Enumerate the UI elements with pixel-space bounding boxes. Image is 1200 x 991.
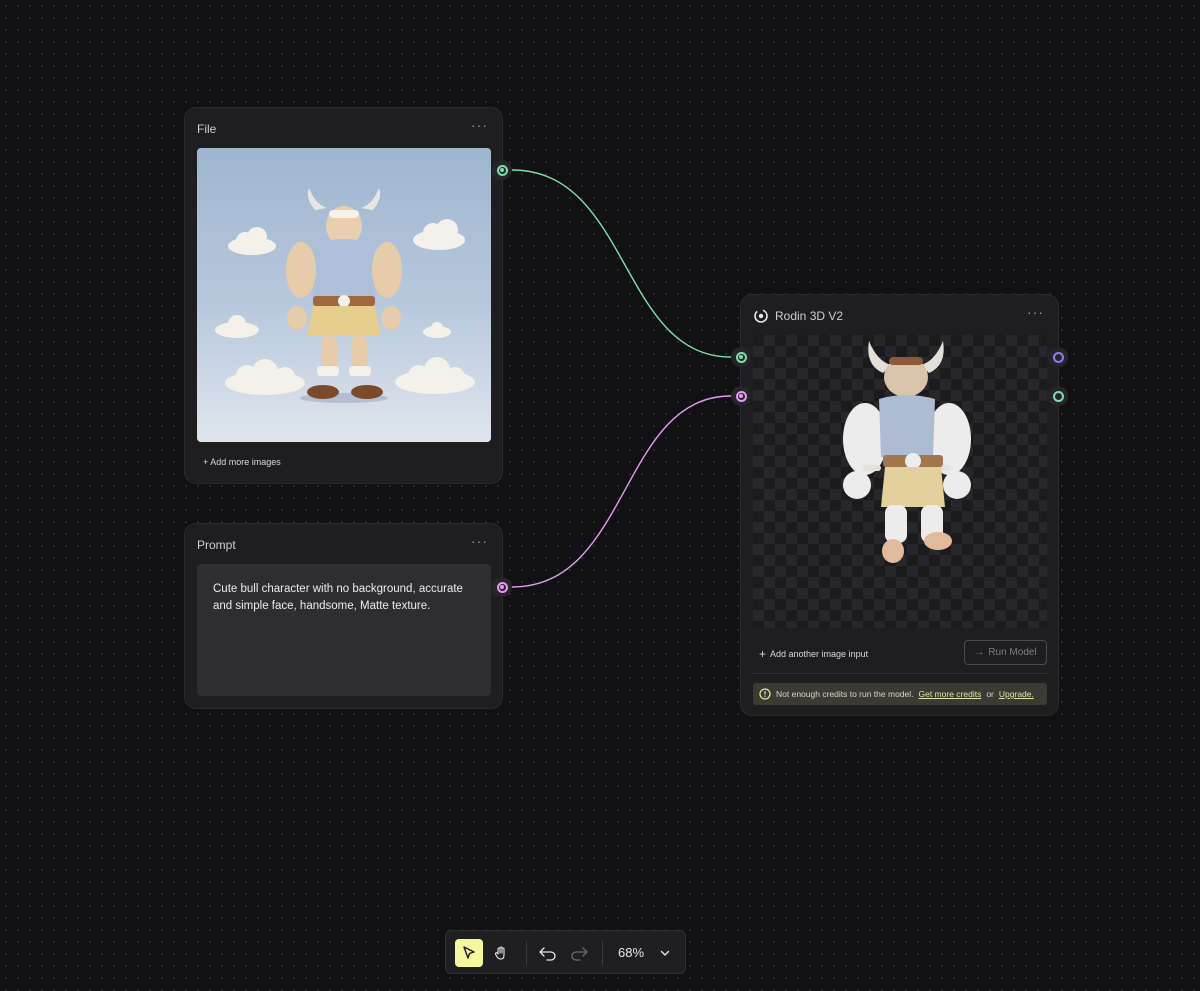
plus-icon: + xyxy=(759,647,767,661)
prompt-node-menu-button[interactable]: ··· xyxy=(471,533,488,549)
credits-warning-banner: Not enough credits to run the model. Get… xyxy=(753,683,1047,705)
add-more-images-button[interactable]: + Add more images xyxy=(203,457,281,467)
toolbar-divider xyxy=(602,941,603,965)
toolbar-divider xyxy=(526,941,527,965)
file-output-port[interactable] xyxy=(492,160,512,180)
rodin-node-title: Rodin 3D V2 xyxy=(775,309,844,323)
rodin-node[interactable]: Rodin 3D V2 ··· + Add another image inpu… xyxy=(740,294,1059,716)
file-node-title: File xyxy=(197,122,217,136)
rodin-3d-output-port[interactable] xyxy=(1048,347,1068,367)
model-preview xyxy=(753,335,1047,628)
upgrade-link[interactable]: Upgrade. xyxy=(999,689,1034,699)
edge-prompt-to-rodin xyxy=(511,395,732,588)
select-tool-button[interactable] xyxy=(455,939,483,967)
prompt-output-port[interactable] xyxy=(492,577,512,597)
warning-or-text: or xyxy=(986,689,994,699)
rodin-image-output-port[interactable] xyxy=(1048,386,1068,406)
undo-button[interactable] xyxy=(534,939,562,967)
undo-icon xyxy=(538,945,558,961)
rodin-node-menu-button[interactable]: ··· xyxy=(1027,304,1044,320)
file-node[interactable]: File ··· + Add more images xyxy=(184,107,503,484)
get-more-credits-link[interactable]: Get more credits xyxy=(919,689,982,699)
warning-circle-icon xyxy=(759,688,771,700)
add-image-input-label: Add another image input xyxy=(770,649,869,659)
run-model-button[interactable]: → Run Model xyxy=(964,640,1047,665)
uploaded-image xyxy=(197,148,491,442)
warning-text: Not enough credits to run the model. xyxy=(776,689,914,699)
add-image-input-button[interactable]: + Add another image input xyxy=(759,647,868,661)
rodin-logo-icon xyxy=(753,308,769,324)
rodin-image-input-port[interactable] xyxy=(731,347,751,367)
file-node-menu-button[interactable]: ··· xyxy=(471,117,488,133)
prompt-node[interactable]: Prompt ··· Cute bull character with no b… xyxy=(184,523,503,709)
pan-tool-button[interactable] xyxy=(487,939,515,967)
divider xyxy=(753,673,1047,674)
zoom-level: 68% xyxy=(618,945,645,960)
prompt-node-title: Prompt xyxy=(197,538,236,552)
arrow-right-icon: → xyxy=(974,647,985,658)
redo-button[interactable] xyxy=(565,939,593,967)
edge-image-to-rodin xyxy=(511,169,732,358)
rodin-prompt-input-port[interactable] xyxy=(731,386,751,406)
zoom-dropdown-button[interactable] xyxy=(651,939,679,967)
chevron-down-icon xyxy=(659,947,671,959)
prompt-textarea[interactable]: Cute bull character with no background, … xyxy=(197,564,491,696)
hand-icon xyxy=(493,945,509,961)
cursor-icon xyxy=(461,945,477,961)
redo-icon xyxy=(569,945,589,961)
canvas-toolbar: 68% xyxy=(445,930,686,974)
run-model-label: Run Model xyxy=(988,647,1037,658)
